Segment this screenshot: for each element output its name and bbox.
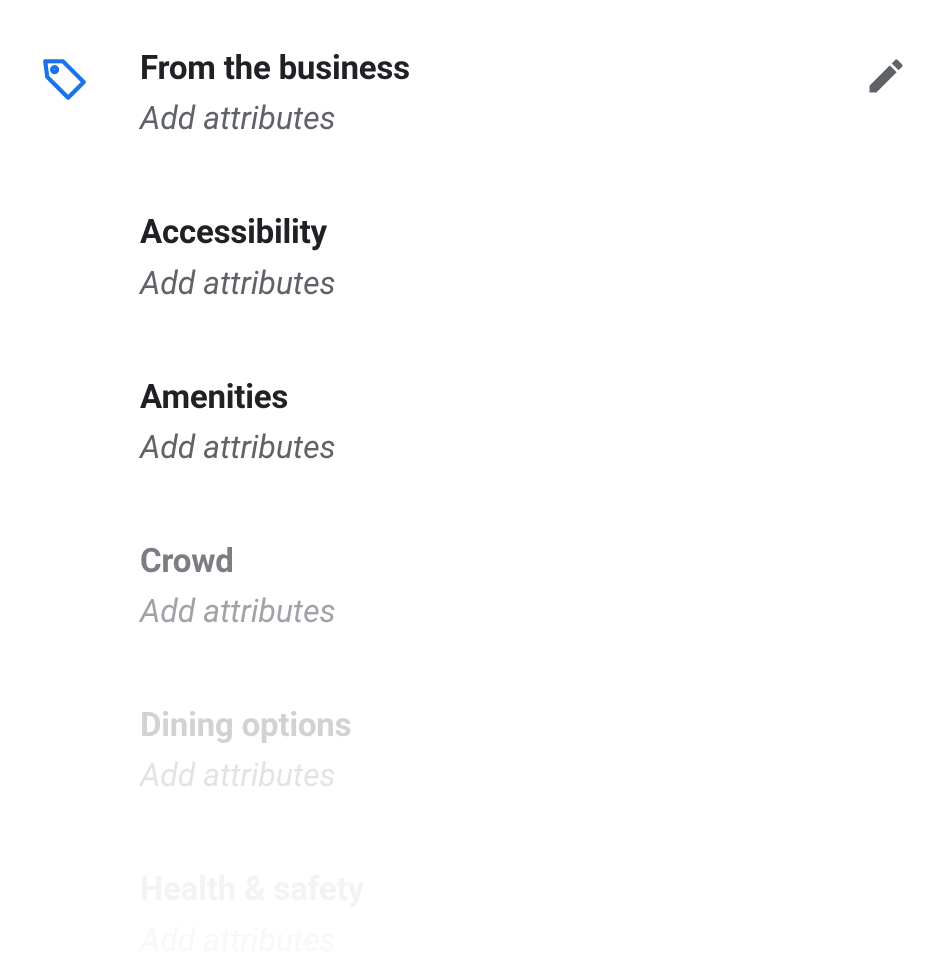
pencil-icon[interactable] [864, 54, 908, 98]
section-title: From the business [140, 48, 410, 89]
section-accessibility[interactable]: Accessibility Add attributes [140, 212, 410, 306]
section-from-the-business[interactable]: From the business Add attributes [140, 48, 410, 142]
section-title: Amenities [140, 377, 410, 418]
section-title: Accessibility [140, 212, 410, 253]
tag-icon [40, 54, 90, 104]
section-action: Add attributes [140, 751, 410, 799]
section-action: Add attributes [140, 916, 410, 964]
section-action: Add attributes [140, 94, 410, 142]
section-action: Add attributes [140, 259, 410, 307]
section-action: Add attributes [140, 587, 410, 635]
attribute-sections: From the business Add attributes Accessi… [140, 48, 410, 964]
section-title: Health & safety [140, 869, 410, 910]
section-health-and-safety[interactable]: Health & safety Add attributes [140, 869, 410, 963]
section-action: Add attributes [140, 423, 410, 471]
attributes-panel: From the business Add attributes Accessi… [40, 48, 908, 964]
section-title: Crowd [140, 541, 410, 582]
section-amenities[interactable]: Amenities Add attributes [140, 377, 410, 471]
left-group: From the business Add attributes Accessi… [40, 48, 410, 964]
section-dining-options[interactable]: Dining options Add attributes [140, 705, 410, 799]
section-title: Dining options [140, 705, 410, 746]
section-crowd[interactable]: Crowd Add attributes [140, 541, 410, 635]
